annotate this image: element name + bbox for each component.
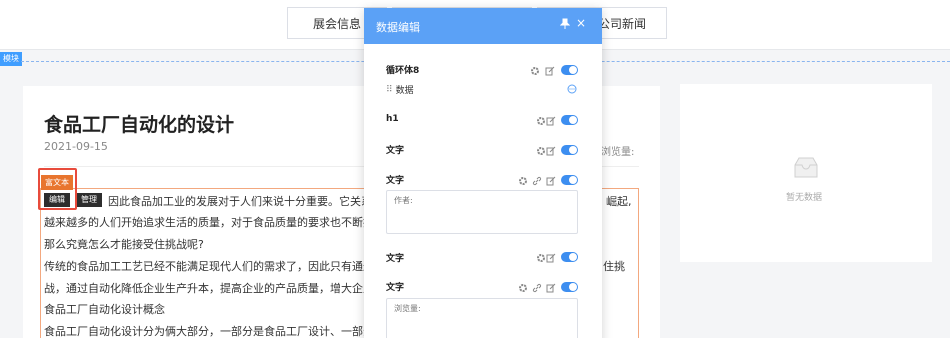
views-textarea[interactable]	[386, 298, 578, 338]
edit-icon[interactable]	[546, 282, 556, 293]
edit-icon[interactable]	[546, 145, 556, 156]
visibility-toggle[interactable]	[561, 282, 578, 292]
article-paragraph: 传统的食品加工工艺已经不能满足现代人们的需求了，因此只有通过	[44, 260, 364, 273]
tab-label: 展会信息	[312, 16, 361, 31]
article-paragraph: 食品工厂自动化设计分为俩大部分，一部分是食品工厂设计、一部分	[44, 325, 364, 338]
gear-icon[interactable]	[536, 115, 546, 125]
visibility-toggle[interactable]	[561, 252, 578, 262]
data-edit-panel: 数据编辑 × 循环体8 ⠿ 数据 h1 文字 文字 文字 文字	[364, 8, 602, 338]
article-paragraph: 因此食品加工业的发展对于人们来说十分重要。它关系	[108, 195, 368, 208]
article-paragraph: 住挑	[603, 260, 625, 273]
panel-row-label: 文字	[386, 146, 405, 156]
edit-icon[interactable]	[546, 175, 556, 186]
module-tag[interactable]: 模块	[0, 52, 22, 66]
link-icon[interactable]	[532, 282, 542, 293]
richtext-highlight	[38, 168, 77, 210]
article-title: 食品工厂自动化的设计	[44, 114, 235, 136]
drag-handle-icon[interactable]: ⠿	[386, 85, 393, 95]
empty-inbox-icon	[790, 156, 822, 183]
article-paragraph: 崛起,	[606, 195, 632, 208]
article-paragraph: 越来越多的人们开始追求生活的质量，对于食品质量的要求也不断提	[44, 216, 364, 229]
empty-state-text: 暂无数据	[786, 193, 823, 203]
tab-label: 公司新闻	[597, 16, 646, 31]
gear-icon[interactable]	[518, 175, 528, 185]
edit-icon[interactable]	[545, 65, 555, 76]
panel-title: 数据编辑	[376, 21, 420, 34]
visibility-toggle[interactable]	[561, 115, 578, 125]
manage-button[interactable]: 管理	[76, 193, 102, 207]
views-label: 浏览量:	[601, 147, 635, 158]
visibility-toggle[interactable]	[561, 145, 578, 155]
loop-data-item[interactable]: ⠿ 数据	[386, 83, 414, 97]
close-icon[interactable]: ×	[576, 17, 586, 29]
panel-row-label: 文字	[386, 176, 405, 186]
gear-icon[interactable]	[536, 145, 546, 155]
loop-data-label: 数据	[395, 86, 414, 96]
article-date: 2021-09-15	[44, 140, 108, 153]
panel-row-label: h1	[386, 114, 399, 124]
article-paragraph: 战，通过自动化降低企业生产升本，提高企业的产品质量，增大企业	[44, 282, 364, 295]
panel-row-label: 循环体8	[386, 66, 420, 76]
edit-icon[interactable]	[546, 115, 556, 126]
link-icon[interactable]	[532, 175, 542, 186]
more-icon[interactable]	[567, 83, 577, 94]
gear-icon[interactable]	[530, 65, 540, 75]
visibility-toggle[interactable]	[561, 65, 578, 75]
gear-icon[interactable]	[518, 282, 528, 292]
panel-row-label: 文字	[386, 254, 405, 264]
gear-icon[interactable]	[536, 252, 546, 262]
panel-header: 数据编辑 ×	[364, 8, 602, 44]
author-textarea[interactable]	[386, 190, 578, 234]
edit-icon[interactable]	[546, 252, 556, 263]
pin-icon[interactable]	[559, 18, 571, 33]
panel-row-label: 文字	[386, 283, 405, 293]
visibility-toggle[interactable]	[561, 175, 578, 185]
